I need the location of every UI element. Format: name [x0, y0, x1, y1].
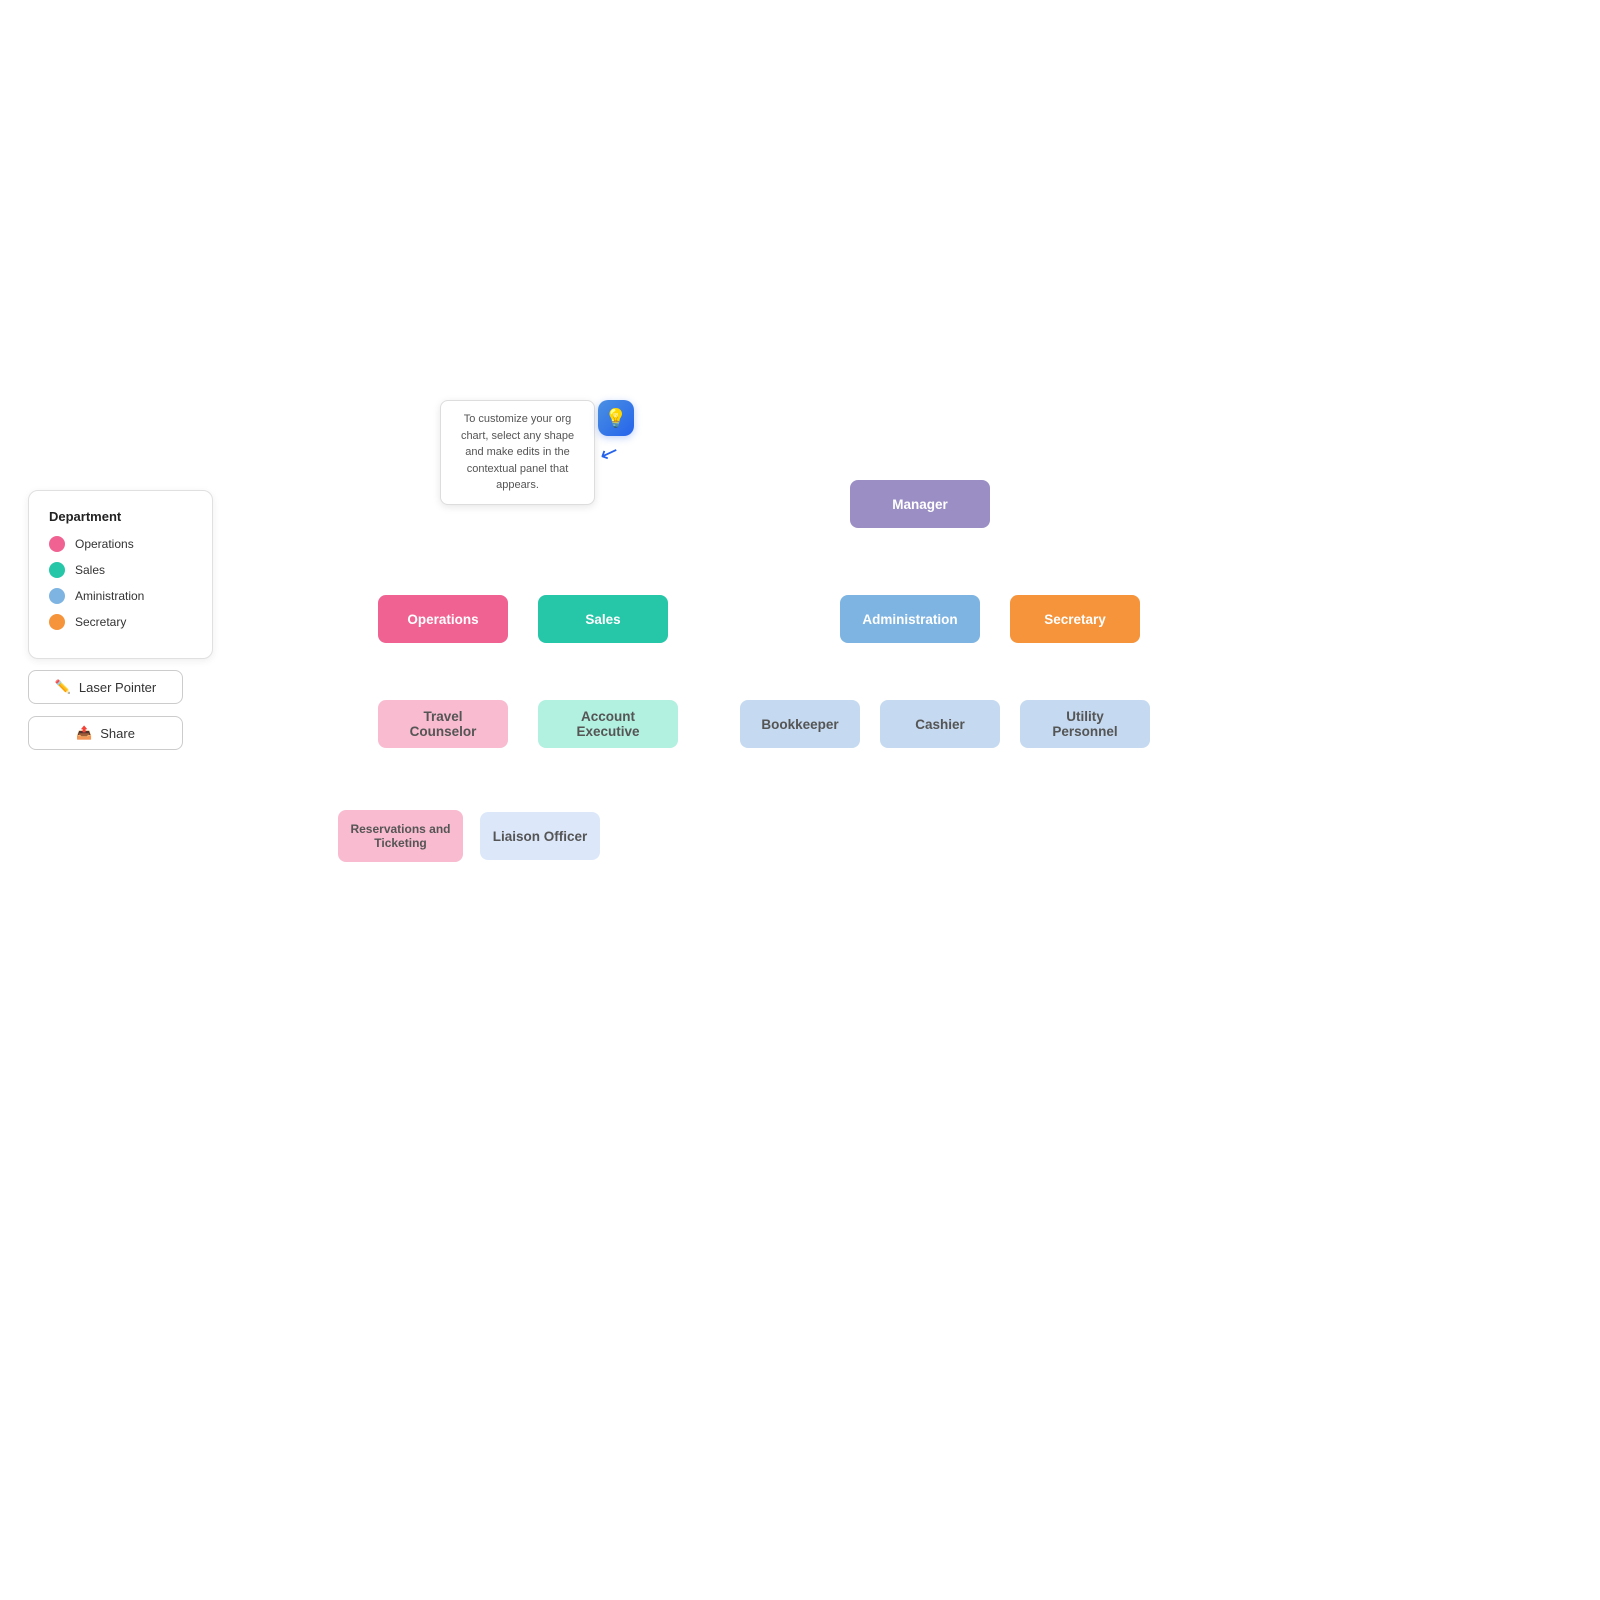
- secretary-node[interactable]: Secretary: [1010, 595, 1140, 643]
- legend-item-sales: Sales: [49, 562, 192, 578]
- legend-item-administration: Aministration: [49, 588, 192, 604]
- legend-label-administration: Aministration: [75, 589, 144, 603]
- reservations-label: Reservations and Ticketing: [350, 822, 451, 850]
- travel-counselor-node[interactable]: Travel Counselor: [378, 700, 508, 748]
- utility-personnel-label: Utility Personnel: [1032, 709, 1138, 739]
- administration-node[interactable]: Administration: [840, 595, 980, 643]
- lightbulb-icon: 💡: [605, 408, 627, 429]
- manager-node[interactable]: Manager: [850, 480, 990, 528]
- legend-item-operations: Operations: [49, 536, 192, 552]
- operations-label: Operations: [407, 612, 478, 627]
- laser-pointer-label: Laser Pointer: [79, 680, 156, 695]
- bookkeeper-label: Bookkeeper: [761, 717, 838, 732]
- laser-pointer-button[interactable]: ✏️ Laser Pointer: [28, 670, 183, 704]
- legend-panel: Department Operations Sales Aministratio…: [28, 490, 213, 659]
- account-executive-node[interactable]: Account Executive: [538, 700, 678, 748]
- bottom-buttons: ✏️ Laser Pointer 📤 Share: [28, 670, 183, 750]
- legend-label-sales: Sales: [75, 563, 105, 577]
- legend-label-secretary: Secretary: [75, 615, 126, 629]
- tooltip-arrow: ↙: [596, 438, 622, 469]
- sales-label: Sales: [585, 612, 620, 627]
- tooltip-text: To customize your org chart, select any …: [461, 413, 574, 491]
- operations-color-dot: [49, 536, 65, 552]
- utility-personnel-node[interactable]: Utility Personnel: [1020, 700, 1150, 748]
- secretary-label: Secretary: [1044, 612, 1106, 627]
- administration-label: Administration: [862, 612, 957, 627]
- share-label: Share: [100, 726, 135, 741]
- bookkeeper-node[interactable]: Bookkeeper: [740, 700, 860, 748]
- sales-color-dot: [49, 562, 65, 578]
- cashier-node[interactable]: Cashier: [880, 700, 1000, 748]
- legend-title: Department: [49, 509, 192, 524]
- tooltip-icon-box: 💡: [598, 400, 634, 436]
- legend-item-secretary: Secretary: [49, 614, 192, 630]
- liaison-node[interactable]: Liaison Officer: [480, 812, 600, 860]
- legend-label-operations: Operations: [75, 537, 134, 551]
- share-icon: 📤: [76, 725, 92, 741]
- tooltip-box: To customize your org chart, select any …: [440, 400, 595, 505]
- cashier-label: Cashier: [915, 717, 965, 732]
- account-executive-label: Account Executive: [550, 709, 666, 739]
- operations-node[interactable]: Operations: [378, 595, 508, 643]
- travel-counselor-label: Travel Counselor: [390, 709, 496, 739]
- liaison-label: Liaison Officer: [493, 829, 588, 844]
- secretary-color-dot: [49, 614, 65, 630]
- reservations-node[interactable]: Reservations and Ticketing: [338, 810, 463, 862]
- share-button[interactable]: 📤 Share: [28, 716, 183, 750]
- sales-node[interactable]: Sales: [538, 595, 668, 643]
- administration-color-dot: [49, 588, 65, 604]
- laser-pointer-icon: ✏️: [55, 679, 71, 695]
- manager-label: Manager: [892, 497, 948, 512]
